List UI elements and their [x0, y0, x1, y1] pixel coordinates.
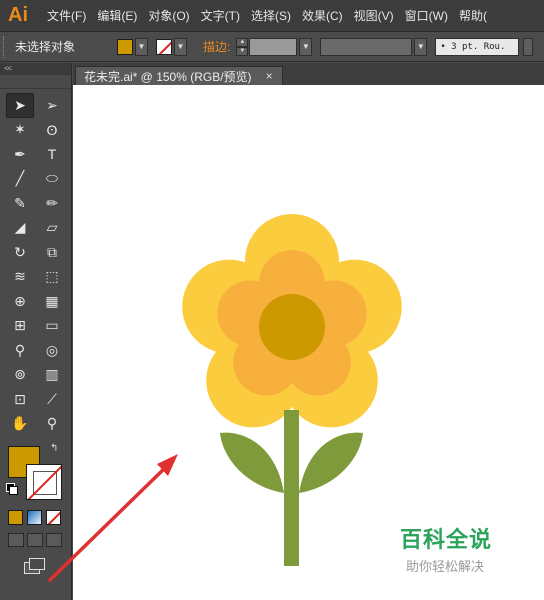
- watermark-title: 百科全说: [400, 528, 493, 553]
- eraser-tool-icon[interactable]: ▱: [38, 216, 66, 241]
- rotate-tool-icon[interactable]: ↻: [6, 240, 34, 265]
- panel-collapse-button[interactable]: <<: [0, 63, 71, 75]
- leaf-left[interactable]: [220, 432, 284, 493]
- flower-center[interactable]: [259, 294, 325, 360]
- brush-definition-field[interactable]: • 3 pt. Rou.: [435, 37, 520, 56]
- menu-edit[interactable]: 编辑(E): [86, 7, 137, 24]
- app-logo: Ai: [8, 4, 28, 26]
- lasso-tool-icon[interactable]: ʘ: [38, 118, 66, 143]
- illustrator-window: Ai 文件(F) 编辑(E) 对象(O) 文字(T) 选择(S) 效果(C) 视…: [0, 0, 544, 600]
- pen-tool-icon[interactable]: ✒: [6, 142, 34, 167]
- stem[interactable]: [220, 410, 363, 566]
- selection-tool-icon[interactable]: ➤: [6, 93, 34, 118]
- zoom-tool-icon[interactable]: ⚲: [38, 412, 66, 437]
- draw-inside-button[interactable]: [46, 533, 62, 547]
- free-transform-tool-icon[interactable]: ⬚: [38, 265, 66, 290]
- menu-type[interactable]: 文字(T): [190, 7, 240, 24]
- chevron-down-icon[interactable]: ▼: [174, 37, 187, 56]
- symbol-sprayer-tool-icon[interactable]: ⊚: [6, 363, 34, 388]
- pencil-tool-icon[interactable]: ✏: [38, 191, 66, 216]
- width-tool-icon[interactable]: ≋: [6, 265, 34, 290]
- stroke-none-swatch[interactable]: [156, 38, 172, 55]
- perspective-grid-tool-icon[interactable]: ▦: [38, 289, 66, 314]
- draw-modes: [8, 533, 62, 547]
- chevron-down-icon[interactable]: ▼: [414, 37, 428, 56]
- blend-tool-icon[interactable]: ◎: [38, 338, 66, 363]
- stroke-color-picker[interactable]: ▼: [156, 37, 187, 56]
- document-tab-bar: 花未完.ai* @ 150% (RGB/预览) ×: [73, 63, 544, 85]
- color-mode-button[interactable]: [8, 510, 23, 525]
- hand-tool-icon[interactable]: ✋: [6, 412, 34, 437]
- menu-bar: Ai 文件(F) 编辑(E) 对象(O) 文字(T) 选择(S) 效果(C) 视…: [0, 0, 544, 32]
- tools-panel: << ➤ ➢ ✶ ʘ ✒ T ╱ ⬭ ✎ ✏ ◢ ▱ ↻ ⧉ ≋ ⬚ ⊕ ▦ ⊞ ▭ ⚲ ◎ ⊚ ▥ ⊡ ⟋ ✋ ⚲ ↰: [0, 63, 72, 600]
- menu-items: 文件(F) 编辑(E) 对象(O) 文字(T) 选择(S) 效果(C) 视图(V…: [36, 7, 487, 24]
- menu-view[interactable]: 视图(V): [343, 7, 394, 24]
- default-fill-stroke-icon[interactable]: [6, 483, 18, 495]
- scale-tool-icon[interactable]: ⧉: [38, 240, 66, 265]
- watermark: 百科全说 助你轻松解决: [400, 522, 520, 575]
- menu-select[interactable]: 选择(S): [240, 7, 291, 24]
- chevron-down-icon[interactable]: ▼: [299, 37, 313, 56]
- selection-status: 未选择对象: [15, 40, 76, 54]
- direct-selection-tool-icon[interactable]: ➢: [38, 93, 66, 118]
- stroke-box[interactable]: [26, 464, 62, 500]
- mesh-tool-icon[interactable]: ⊞: [6, 314, 34, 339]
- panel-grip[interactable]: [0, 75, 71, 89]
- watermark-subtitle: 助你轻松解决: [406, 559, 485, 574]
- gradient-mode-button[interactable]: [27, 510, 42, 525]
- stroke-weight-label[interactable]: 描边:: [203, 38, 230, 55]
- color-mode-buttons: [8, 510, 61, 525]
- menu-file[interactable]: 文件(F): [36, 7, 86, 24]
- draw-normal-button[interactable]: [8, 533, 24, 547]
- shape-builder-tool-icon[interactable]: ⊕: [6, 289, 34, 314]
- chevron-down-icon[interactable]: ▼: [135, 37, 148, 56]
- artboard-tool-icon[interactable]: ⊡: [6, 387, 34, 412]
- menu-effect[interactable]: 效果(C): [291, 7, 343, 24]
- control-bar: 未选择对象 ▼ ▼ 描边: ▲ ▼ ▼ ▼ • 3 pt. Rou.: [0, 32, 544, 62]
- none-mode-button[interactable]: [46, 510, 61, 525]
- chevron-down-icon[interactable]: [523, 37, 534, 56]
- leaf-right[interactable]: [299, 432, 363, 493]
- menu-object[interactable]: 对象(O): [137, 7, 189, 24]
- menu-window[interactable]: 窗口(W): [394, 7, 448, 24]
- stepper-down-icon[interactable]: ▼: [236, 46, 249, 56]
- paintbrush-tool-icon[interactable]: ✎: [6, 191, 34, 216]
- tool-grid: ➤ ➢ ✶ ʘ ✒ T ╱ ⬭ ✎ ✏ ◢ ▱ ↻ ⧉ ≋ ⬚ ⊕ ▦ ⊞ ▭ ⚲ ◎ ⊚ ▥ ⊡ ⟋ ✋ ⚲: [0, 89, 71, 436]
- column-graph-tool-icon[interactable]: ▥: [38, 363, 66, 388]
- fill-stroke-widget: ↰: [6, 443, 64, 505]
- magic-wand-tool-icon[interactable]: ✶: [6, 118, 34, 143]
- stroke-weight-stepper[interactable]: ▲ ▼: [236, 37, 249, 56]
- draw-behind-button[interactable]: [27, 533, 43, 547]
- document-area: 花未完.ai* @ 150% (RGB/预览) ×: [73, 63, 544, 600]
- blob-brush-tool-icon[interactable]: ◢: [6, 216, 34, 241]
- close-icon[interactable]: ×: [266, 69, 273, 83]
- control-bar-grip[interactable]: [3, 35, 9, 58]
- menu-help[interactable]: 帮助(: [448, 7, 487, 24]
- line-segment-tool-icon[interactable]: ╱: [6, 167, 34, 192]
- screen-mode-icon[interactable]: [24, 558, 46, 574]
- document-tab-title: 花未完.ai* @ 150% (RGB/预览): [84, 69, 252, 84]
- variable-width-profile[interactable]: [320, 37, 413, 56]
- swap-fill-stroke-icon[interactable]: ↰: [50, 443, 58, 454]
- gradient-tool-icon[interactable]: ▭: [38, 314, 66, 339]
- ellipse-tool-icon[interactable]: ⬭: [38, 167, 66, 192]
- slice-tool-icon[interactable]: ⟋: [38, 387, 66, 412]
- stroke-weight-field[interactable]: [249, 37, 298, 56]
- eyedropper-tool-icon[interactable]: ⚲: [6, 338, 34, 363]
- fill-swatch[interactable]: [117, 38, 133, 55]
- document-tab[interactable]: 花未完.ai* @ 150% (RGB/预览) ×: [75, 66, 283, 85]
- type-tool-icon[interactable]: T: [38, 142, 66, 167]
- stepper-up-icon[interactable]: ▲: [236, 37, 249, 47]
- fill-color-picker[interactable]: ▼: [117, 37, 148, 56]
- stem-rect[interactable]: [284, 410, 299, 566]
